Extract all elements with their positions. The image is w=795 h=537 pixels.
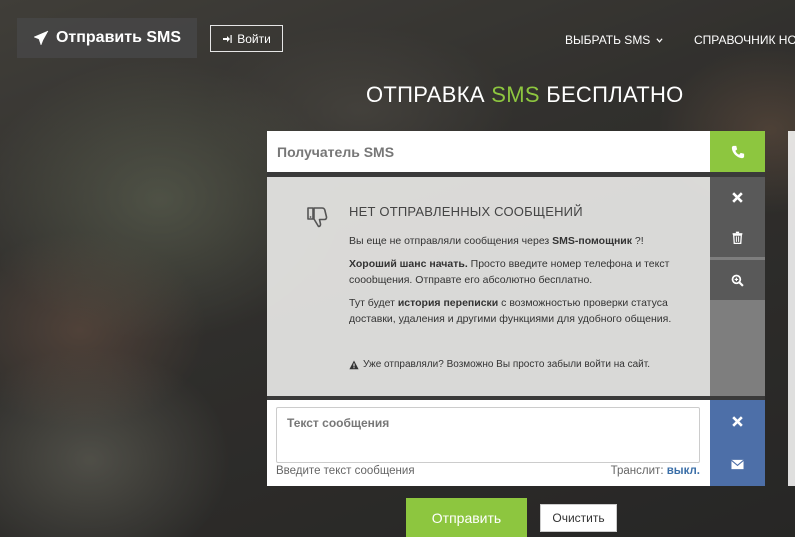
envelope-icon [731,459,744,470]
send-button[interactable]: Отправить [406,498,527,537]
nav-item-choose-sms[interactable]: ВЫБРАТЬ SMS [565,33,663,47]
login-label: Войти [237,31,271,46]
close-icon [732,416,743,427]
history-title: НЕТ ОТПРАВЛЕННЫХ СООБЩЕНИЙ [349,204,583,219]
title-accent: SMS [491,82,540,107]
chevron-down-icon [656,37,663,43]
brand-button[interactable]: Отправить SMS [17,18,197,58]
contacts-button[interactable] [710,131,765,172]
send-envelope-button[interactable] [710,443,765,486]
thumbs-down-icon [307,207,328,228]
brand-label: Отправить SMS [55,29,182,46]
compose-toolbar [710,400,765,486]
text: Вы еще не отправляли сообщения через [349,235,553,247]
zoom-in-icon [731,274,744,287]
sign-in-icon [223,34,232,43]
login-button[interactable]: Войти [210,25,283,52]
text-bold: история переписки [397,297,499,309]
text: Тут будет [349,297,398,309]
close-icon [732,191,743,203]
translit-label: Транслит: [610,465,667,477]
text-bold: SMS-помощник [552,235,632,247]
history-paragraph: Вы еще не отправляли сообщения через SMS… [349,233,689,249]
title-suffix: БЕСПЛАТНО [539,82,684,107]
translit-value-link[interactable]: выкл. [667,465,700,477]
delete-history-button[interactable] [710,217,765,257]
title-prefix: ОТПРАВКА [366,82,492,107]
trash-icon [732,231,743,244]
clear-message-button[interactable] [710,400,765,443]
clear-button[interactable]: Очистить [540,504,617,532]
login-reminder-text: Уже отправляли? Возможно Вы просто забыл… [363,359,650,370]
compose-panel: Введите текст сообщения Транслит: выкл. [267,400,710,486]
history-paragraph: Тут будет история переписки с возможност… [349,295,689,327]
history-paragraph: Хороший шанс начать. Просто введите номе… [349,256,689,288]
history-toolbar [710,177,765,396]
nav-label: СПРАВОЧНИК НО [694,33,795,47]
warning-icon [349,360,359,369]
login-reminder: Уже отправляли? Возможно Вы просто забыл… [349,359,650,370]
text-bold: Хороший шанс начать. [349,258,468,270]
nav-item-directory[interactable]: СПРАВОЧНИК НО [694,33,795,47]
paper-plane-icon [33,30,49,46]
phone-icon [731,145,744,158]
recipient-input[interactable] [267,131,710,172]
zoom-history-button[interactable] [710,260,765,300]
message-hint: Введите текст сообщения [276,465,415,477]
page-title: ОТПРАВКА SMS БЕСПЛАТНО [366,82,684,108]
nav-label: ВЫБРАТЬ SMS [565,33,651,47]
side-panel-edge [788,131,795,486]
close-history-button[interactable] [710,177,765,217]
text: ?! [632,235,644,247]
history-panel: НЕТ ОТПРАВЛЕННЫХ СООБЩЕНИЙ Вы еще не отп… [267,177,710,396]
translit-toggle: Транслит: выкл. [611,465,700,477]
message-input[interactable] [276,407,700,463]
history-body: Вы еще не отправляли сообщения через SMS… [349,233,689,334]
